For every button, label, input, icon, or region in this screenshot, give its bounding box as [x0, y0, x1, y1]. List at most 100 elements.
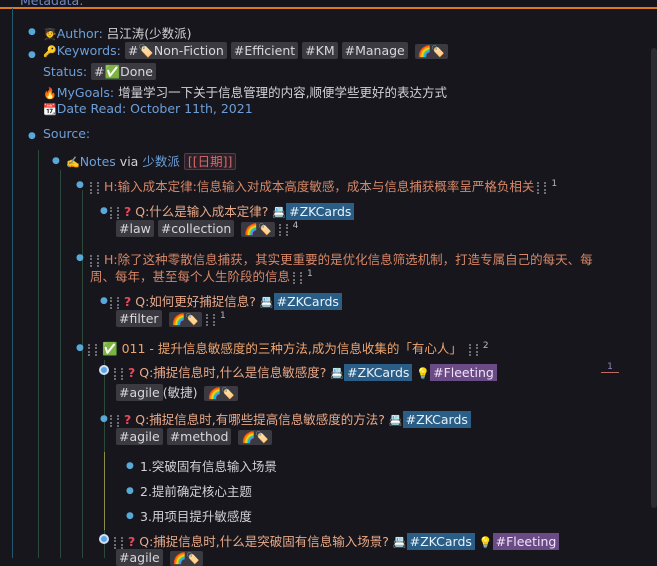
question-mark-icon: ?: [124, 412, 132, 427]
fleeting-tag[interactable]: #Fleeting: [430, 364, 497, 381]
bullet-icon: ●: [28, 27, 36, 37]
list-item: 2.提前确定核心主题: [140, 484, 252, 499]
question-mark-icon: ?: [124, 294, 132, 309]
list-item: 1.突破固有信息输入场景: [140, 459, 277, 474]
question-mark-icon: ?: [124, 204, 132, 219]
zkcards-tag[interactable]: #ZKCards: [286, 203, 355, 220]
ref-count[interactable]: 2: [483, 341, 489, 351]
drag-handle-icon[interactable]: [468, 343, 478, 356]
bullet-icon: ●: [76, 253, 84, 263]
zkcards-tag[interactable]: #ZKCards: [273, 293, 342, 310]
scrollbar[interactable]: [651, 48, 657, 508]
tags-row: #law #collection 🌈🏷️ 4: [116, 220, 299, 238]
notes-label: Notes: [79, 154, 116, 169]
drag-handle-icon[interactable]: [110, 296, 119, 309]
collapsed-bullet[interactable]: [99, 534, 109, 544]
guide-line: [38, 150, 39, 558]
ref-count[interactable]: 1: [601, 362, 619, 373]
drag-handle-icon[interactable]: [205, 313, 215, 326]
question-row: ? Q:捕捉信息时,什么是突破固有信息输入场景? 📇 #ZKCards 💡 #Fle…: [114, 531, 560, 550]
bullet-icon: ●: [28, 131, 36, 141]
embed-icons[interactable]: 🌈🏷️: [204, 386, 238, 401]
bullet-icon: ●: [76, 343, 84, 353]
drag-handle-icon[interactable]: [88, 343, 97, 356]
status-tag[interactable]: #✅Done: [91, 63, 156, 80]
notes-row: ✍️Notes via 少数派 [[日期]]: [66, 151, 237, 170]
ref-count[interactable]: 4: [293, 221, 299, 231]
question-text: Q:什么是输入成本定律?: [135, 204, 269, 219]
status-label: Status:: [43, 64, 88, 79]
embed-icons[interactable]: 🌈🏷️: [169, 551, 204, 566]
tag-agile[interactable]: #agile: [116, 428, 163, 445]
drag-handle-icon[interactable]: [110, 414, 119, 427]
question-text: Q:捕捉信息时,有哪些提高信息敏感度的方法?: [135, 412, 385, 427]
highlight-row-cont: 周、每年，甚至每个人生阶段的信息 1: [90, 266, 313, 285]
drag-handle-icon[interactable]: [114, 536, 123, 549]
drag-handle-icon[interactable]: [90, 181, 99, 194]
question-text: Q:捕捉信息时,什么是信息敏感度?: [139, 365, 327, 380]
keyword-tag[interactable]: #KM: [302, 42, 338, 59]
tag-law[interactable]: #law: [116, 220, 154, 238]
keyword-tag[interactable]: #🏷️Non-Fiction: [124, 42, 227, 59]
drag-handle-icon[interactable]: [110, 206, 119, 219]
highlight-row: H:输入成本定律:信息输入对成本高度敏感，成本与信息捕获概率呈严格负相关 1: [90, 176, 557, 195]
writing-hand-icon: ✍️: [66, 156, 80, 169]
zkcards-tag[interactable]: #ZKCards: [402, 411, 471, 428]
agile-note: (敏捷): [162, 385, 198, 400]
embed-icons[interactable]: 🌈🏷️: [414, 44, 449, 59]
keyword-tag[interactable]: #Efficient: [230, 42, 299, 59]
list-item: 3.用项目提升敏感度: [140, 509, 252, 524]
check-icon[interactable]: ✅: [102, 341, 118, 356]
drag-handle-icon[interactable]: [278, 223, 288, 236]
date-value[interactable]: October 11th, 2021: [130, 101, 253, 116]
question-row: ? Q:什么是输入成本定律? 📇 #ZKCards: [110, 201, 355, 220]
tag-filter[interactable]: #filter: [116, 310, 162, 328]
via-link[interactable]: 少数派: [142, 154, 180, 169]
bullet-icon: ●: [126, 486, 134, 496]
author-icon: 🧑‍🎓: [43, 28, 57, 41]
drag-handle-icon[interactable]: [537, 181, 547, 194]
keywords-label: Keywords:: [56, 43, 121, 58]
author-label: Author:: [56, 26, 103, 41]
mygoals-value: 增量学习一下关于信息管理的内容,顺便学些更好的表达方式: [118, 85, 448, 100]
tags-row: #filter 🌈🏷️ 1: [116, 310, 226, 328]
top-accent-bar: Metadata:: [0, 0, 657, 9]
date-ref[interactable]: [[日期]]: [183, 153, 237, 170]
author-value: 吕江涛(少数派): [106, 26, 192, 41]
key-icon: 🔑: [43, 45, 57, 58]
drag-handle-icon[interactable]: [90, 254, 99, 267]
guide-line: [60, 170, 61, 558]
status-row: Status: #✅Done: [43, 63, 156, 80]
drag-handle-icon[interactable]: [293, 271, 303, 284]
fleeting-tag[interactable]: #Fleeting: [492, 533, 560, 550]
calendar-icon: 📆: [43, 103, 57, 116]
tag-collection[interactable]: #collection: [157, 220, 235, 238]
question-row: ? Q:捕捉信息时,有哪些提高信息敏感度的方法? 📇 #ZKCards: [110, 409, 471, 428]
checked-text: 011 - 提升信息敏感度的三种方法,成为信息收集的「有心人」: [121, 341, 462, 356]
zkcards-tag[interactable]: #ZKCards: [344, 364, 413, 381]
source-label: Source:: [43, 126, 91, 141]
drag-handle-icon[interactable]: [114, 367, 123, 380]
mygoals-row: 🔥MyGoals: 增量学习一下关于信息管理的内容,顺便学些更好的表达方式: [43, 82, 447, 101]
keyword-tag[interactable]: #Manage: [341, 42, 408, 59]
embed-icons[interactable]: 🌈🏷️: [168, 312, 202, 328]
card-index-icon: 📇: [259, 296, 274, 309]
embed-icons[interactable]: 🌈🏷️: [238, 430, 272, 445]
highlight-text: 周、每年，甚至每个人生阶段的信息: [90, 269, 291, 284]
ref-count[interactable]: 1: [551, 179, 557, 189]
embed-icons[interactable]: 🌈🏷️: [241, 222, 275, 238]
zkcards-tag[interactable]: #ZKCards: [406, 533, 475, 550]
tag-method[interactable]: #method: [166, 428, 232, 445]
bulb-icon: 💡: [416, 367, 431, 380]
keywords-row: 🔑Keywords: #🏷️Non-Fiction #Efficient #KM…: [43, 42, 449, 59]
tag-agile[interactable]: #agile: [116, 384, 163, 401]
mygoals-label: MyGoals:: [56, 85, 115, 100]
card-index-icon: 📇: [392, 536, 407, 549]
metadata-heading-cut: Metadata:: [20, 0, 84, 8]
ref-count[interactable]: 1: [307, 269, 313, 279]
ref-count[interactable]: 1: [220, 311, 226, 321]
question-row: ? Q:捕捉信息时,什么是信息敏感度? 📇 #ZKCards 💡 #Fleeting: [114, 362, 497, 381]
card-index-icon: 📇: [272, 206, 287, 219]
guide-line: [12, 8, 13, 558]
collapsed-bullet[interactable]: [99, 365, 109, 375]
